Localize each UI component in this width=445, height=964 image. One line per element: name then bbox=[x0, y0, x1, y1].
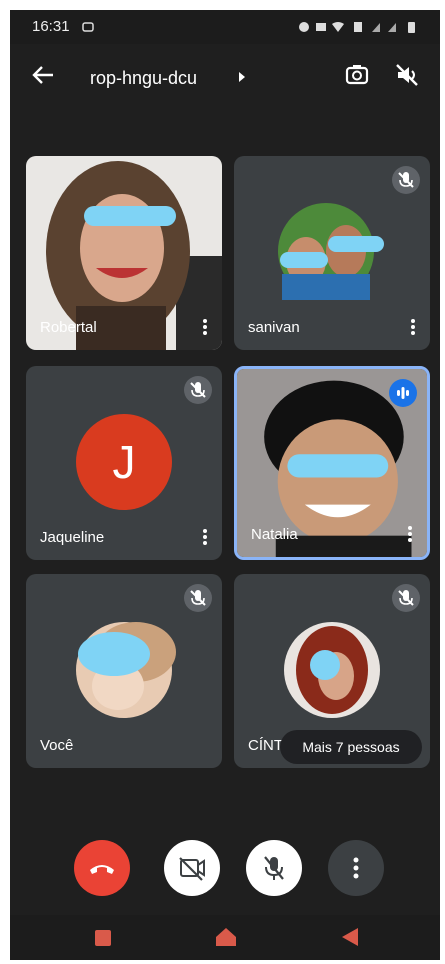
participant-avatar-initial: J bbox=[76, 414, 172, 510]
participant-name: sanivan bbox=[248, 319, 300, 336]
participant-name: CÍNT bbox=[248, 737, 283, 754]
more-participants-chip[interactable]: Mais 7 pessoas bbox=[280, 730, 422, 764]
mic-off-icon bbox=[264, 856, 284, 880]
system-nav-bar bbox=[10, 915, 440, 960]
more-options-icon[interactable] bbox=[410, 318, 416, 336]
caret-right-icon[interactable] bbox=[238, 72, 246, 82]
speaker-off-icon[interactable] bbox=[394, 62, 420, 88]
participant-tile-self[interactable]: Você bbox=[26, 574, 222, 768]
end-call-button[interactable] bbox=[74, 840, 130, 896]
mic-toggle-button[interactable] bbox=[246, 840, 302, 896]
mic-off-icon bbox=[184, 584, 212, 612]
status-icons bbox=[299, 22, 415, 33]
switch-camera-icon[interactable] bbox=[344, 62, 370, 88]
camera-off-icon bbox=[179, 857, 205, 881]
notification-icon bbox=[82, 22, 94, 32]
meeting-code[interactable]: rop-hngu-dcu bbox=[90, 68, 197, 89]
mic-off-icon bbox=[392, 166, 420, 194]
more-options-button[interactable] bbox=[328, 840, 384, 896]
hang-up-icon bbox=[90, 865, 114, 874]
phone-screen: 16:31 rop-hngu-dcu Robertal sanivan J Ja… bbox=[10, 10, 440, 960]
status-time: 16:31 bbox=[32, 18, 70, 35]
participant-name: Robertal bbox=[40, 319, 97, 336]
mic-off-icon bbox=[392, 584, 420, 612]
status-bar: 16:31 bbox=[10, 10, 440, 44]
more-options-icon[interactable] bbox=[202, 528, 208, 546]
call-controls bbox=[10, 840, 440, 900]
participant-tile-jaqueline[interactable]: J Jaqueline bbox=[26, 366, 222, 560]
mic-off-icon bbox=[184, 376, 212, 404]
more-vert-icon bbox=[353, 857, 359, 879]
participant-name: Natalia bbox=[251, 526, 298, 543]
top-app-bar: rop-hngu-dcu bbox=[10, 46, 440, 106]
speaking-indicator-icon bbox=[389, 379, 417, 407]
back-arrow-icon[interactable] bbox=[32, 65, 54, 85]
participant-name: Jaqueline bbox=[40, 529, 105, 546]
home-icon[interactable] bbox=[215, 927, 237, 947]
participant-tile-robertal[interactable]: Robertal bbox=[26, 156, 222, 350]
participant-name: Você bbox=[40, 737, 74, 754]
camera-toggle-button[interactable] bbox=[164, 840, 220, 896]
recents-icon[interactable] bbox=[94, 929, 112, 947]
back-icon[interactable] bbox=[340, 927, 360, 947]
more-options-icon[interactable] bbox=[407, 525, 413, 543]
more-options-icon[interactable] bbox=[202, 318, 208, 336]
participant-tile-sanivan[interactable]: sanivan bbox=[234, 156, 430, 350]
participant-tile-natalia[interactable]: Natalia bbox=[234, 366, 430, 560]
